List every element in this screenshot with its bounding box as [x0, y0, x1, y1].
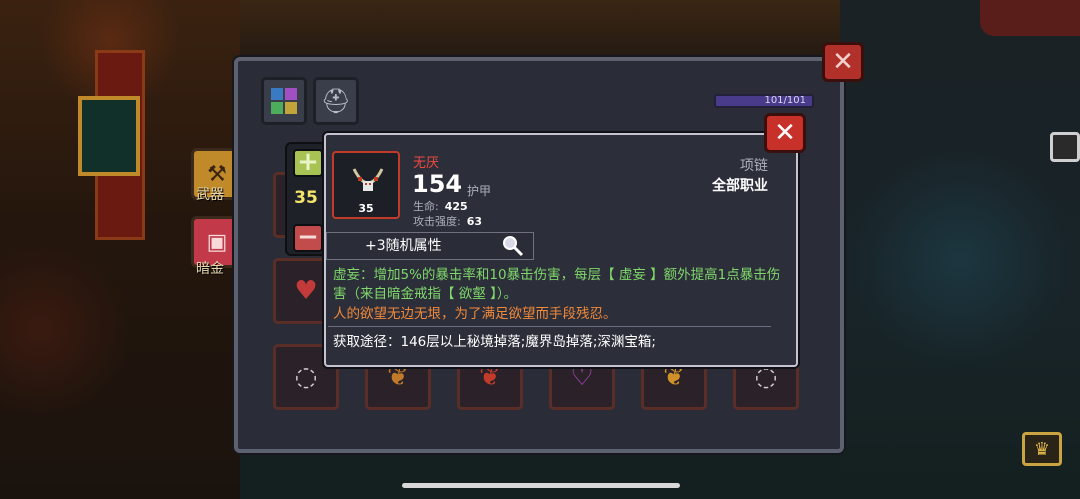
close-icon: ✕: [832, 47, 854, 77]
background-top-scene: [240, 0, 840, 60]
background-right-scene: [840, 0, 1080, 499]
item-class-restriction: 全部职业: [712, 178, 768, 194]
heart-necklace-icon: ♥: [294, 276, 318, 306]
stat-value: 425: [444, 200, 468, 213]
necklace-icon: [352, 168, 384, 191]
stat-value: 63: [466, 215, 483, 228]
item-level: 35: [358, 202, 374, 215]
necklace-icon: ◌: [294, 362, 318, 392]
close-icon: ✕: [774, 118, 796, 148]
tab-equipment[interactable]: ⛑: [313, 77, 359, 125]
item-name: 无厌: [413, 156, 440, 171]
item-armor-value: 154: [412, 170, 463, 198]
stat-health: 生命: 425: [413, 198, 468, 214]
magnifier-icon[interactable]: [501, 234, 525, 258]
side-quest-icon[interactable]: [1050, 132, 1080, 162]
weapon-icon: ⚒: [207, 161, 227, 187]
chest-icon: ▣: [206, 229, 228, 255]
item-icon-frame: 35: [332, 151, 400, 219]
inventory-close-button[interactable]: ✕: [822, 42, 864, 82]
quantity-stepper: + 35 −: [285, 142, 327, 256]
item-source-text: 获取途径：146层以上秘境掉落;魔界岛掉落;深渊宝箱;: [333, 334, 656, 350]
grid-icon: [271, 88, 297, 114]
inventory-capacity: 101/101: [714, 94, 814, 108]
dark-gold-menu-label: 暗金: [196, 261, 224, 277]
divider: [328, 326, 771, 327]
weapon-menu-label: 武器: [196, 187, 224, 203]
item-type: 项链: [740, 158, 768, 174]
stepper-value: 35: [294, 188, 318, 208]
stat-attack: 攻击强度: 63: [413, 213, 482, 229]
background-bottom-scene: [240, 450, 840, 499]
home-indicator[interactable]: [402, 483, 680, 488]
item-effect-text: 虚妄：增加5%的暴击率和10暴击伤害，每层【 虚妄 】额外提高1点暴击伤害（来自…: [333, 267, 781, 302]
item-armor-label: 护甲: [467, 184, 492, 198]
background-top-right-banner: [980, 0, 1080, 36]
helmet-icon: ⛑: [320, 87, 352, 115]
item-flavor-text: 人的欲望无边无垠，为了满足欲望而手段残忍。: [333, 306, 617, 322]
decrement-button[interactable]: −: [293, 224, 323, 252]
increment-button[interactable]: +: [293, 149, 323, 177]
random-attributes-label: +3随机属性: [365, 238, 442, 254]
tooltip-close-button[interactable]: ✕: [764, 113, 806, 153]
background-banner: [78, 96, 140, 176]
stat-label: 攻击强度:: [413, 215, 461, 228]
tab-all-items[interactable]: [261, 77, 307, 125]
stat-label: 生命:: [413, 200, 439, 213]
crown-icon[interactable]: ♛: [1022, 432, 1062, 466]
